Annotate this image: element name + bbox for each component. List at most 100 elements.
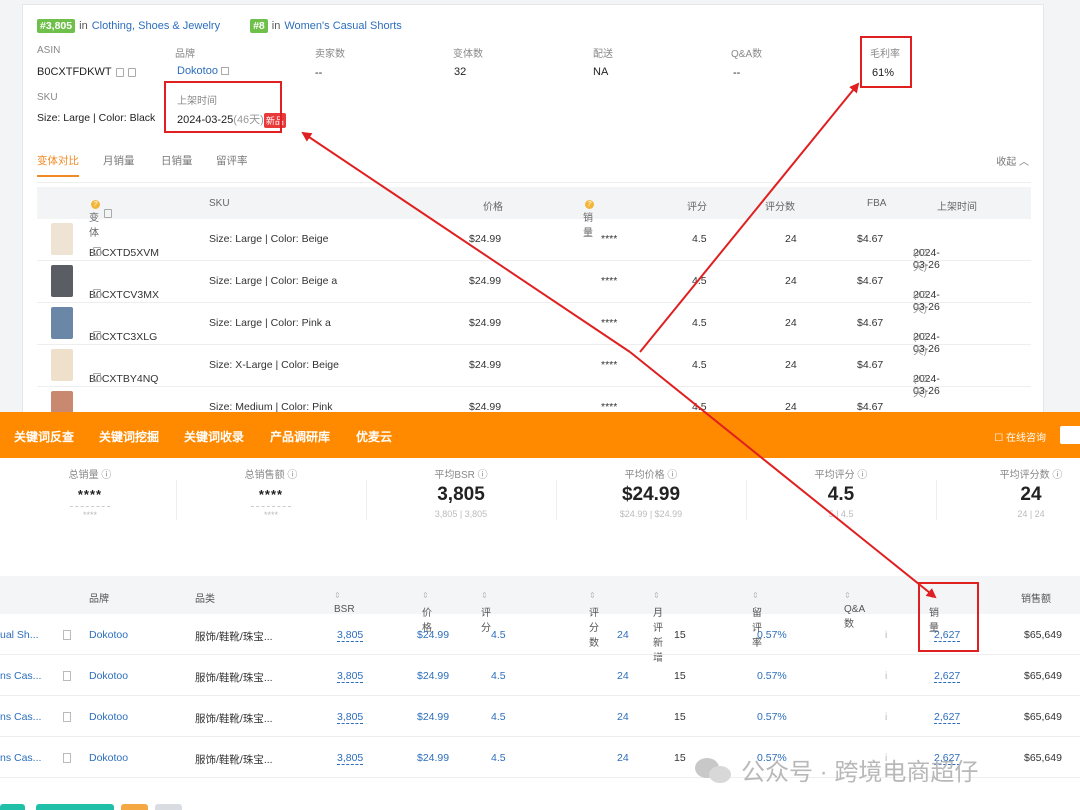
product-title[interactable]: ns Cas... — [0, 670, 41, 682]
variant-table: 变体? SKU 价格 销量? 评分 评分数 FBA 上架时间 B0CXTD5XV… — [37, 187, 1031, 441]
brand-link[interactable]: Dokotoo — [177, 65, 218, 77]
tab-variant-compare[interactable]: 变体对比 — [37, 153, 79, 177]
product-thumbnail[interactable] — [51, 307, 73, 339]
copy-icon[interactable] — [115, 67, 124, 77]
product-bsr[interactable]: 3,805 — [337, 752, 364, 765]
product-title[interactable]: ns Cas... — [0, 752, 41, 764]
product-bsr[interactable]: 3,805 — [337, 711, 364, 724]
sort-icon: ⇕ — [422, 591, 429, 600]
collapse-button[interactable]: 收起 ︿ — [996, 153, 1029, 168]
nav-keyword-mining[interactable]: 关键词挖掘 — [99, 428, 159, 445]
variant-sku: Size: Large | Color: Beige — [209, 233, 329, 245]
col-rating[interactable]: 评分 ⇕ — [481, 590, 491, 634]
nav-youmaiyun[interactable]: 优麦云 — [356, 428, 392, 445]
col-sales[interactable]: 销量 ⇕ — [929, 590, 939, 634]
product-title[interactable]: ual Sh... — [0, 629, 39, 641]
online-consult-button[interactable]: ☐ 在线咨询 — [994, 429, 1046, 444]
rank-in-text: in — [79, 20, 88, 32]
variant-rating: 4.5 — [692, 233, 707, 245]
sellers-label: 卖家数 — [315, 49, 345, 60]
stat-range: 5 | 4.5 — [828, 509, 854, 519]
document-icon[interactable] — [63, 712, 71, 722]
variant-row[interactable]: B0CXTCV3MX Size: Large | Color: Beige a $2… — [37, 261, 1031, 315]
document-icon[interactable] — [63, 671, 71, 681]
col-qa[interactable]: Q&A数 ⇕ — [844, 590, 865, 630]
variant-price: $24.99 — [469, 275, 502, 287]
help-circle-icon: ⓘ — [101, 470, 112, 481]
product-thumbnail[interactable] — [51, 265, 73, 297]
product-brand[interactable]: Dokotoo — [89, 711, 128, 723]
chat-icon: ☐ — [994, 433, 1004, 444]
sort-icon: ⇕ — [334, 591, 341, 600]
sku-label: SKU — [37, 92, 58, 103]
product-sales[interactable]: 2,627 — [934, 670, 961, 683]
product-category: 服饰/鞋靴/珠宝... — [195, 672, 273, 684]
delivery-value: NA — [593, 66, 609, 78]
sort-icon: ⇕ — [844, 591, 851, 600]
col-bsr[interactable]: BSR ⇕ — [334, 590, 355, 615]
document-icon[interactable] — [63, 630, 71, 640]
variant-row[interactable]: B0CXTD5XVM Size: Large | Color: Beige $24.… — [37, 219, 1031, 273]
tab-daily-sales[interactable]: 日销量 — [161, 153, 193, 175]
product-title[interactable]: ns Cas... — [0, 711, 41, 723]
product-detail-panel: #3,805 in Clothing, Shoes & Jewelry #8 i… — [0, 0, 1080, 441]
product-thumbnail[interactable] — [51, 223, 73, 255]
bottom-button-1[interactable] — [0, 804, 25, 810]
copy-icon — [93, 331, 101, 340]
stat-value: 24 — [1020, 484, 1042, 505]
product-review-rate: 0.57% — [757, 711, 787, 723]
nav-product-research[interactable]: 产品调研库 — [270, 428, 330, 445]
primary-category-link[interactable]: Clothing, Shoes & Jewelry — [92, 20, 220, 32]
external-link-icon[interactable] — [220, 67, 229, 76]
wechat-watermark: 公众号 · 跨境电商超仔 — [695, 752, 978, 787]
product-bsr[interactable]: 3,805 — [337, 670, 364, 683]
help-circle-icon: ⓘ — [287, 470, 298, 481]
tab-monthly-sales[interactable]: 月销量 — [103, 153, 135, 175]
listed-time-label: 上架时间 — [177, 96, 217, 107]
product-row[interactable]: ual Sh... Dokotoo 服饰/鞋靴/珠宝... 3,805 $24.99 4.… — [0, 614, 1080, 655]
delivery-label: 配送 — [593, 49, 613, 60]
product-row[interactable]: ns Cas... Dokotoo 服饰/鞋靴/珠宝... 3,805 $24.99 4.… — [0, 655, 1080, 696]
sort-icon: ⇕ — [929, 591, 936, 600]
product-revenue: $65,649 — [1024, 711, 1062, 723]
sku-value: Size: Large | Color: Black — [37, 112, 156, 124]
product-rating: 4.5 — [491, 711, 506, 723]
product-row[interactable]: ns Cas... Dokotoo 服饰/鞋靴/珠宝... 3,805 $24.99 4.… — [0, 696, 1080, 737]
bottom-button-2[interactable] — [36, 804, 114, 810]
variants-label: 变体数 — [453, 49, 483, 60]
copy-icon — [93, 289, 101, 298]
stat-range: **** — [263, 510, 278, 520]
col-monthly-new[interactable]: 月评新增 ⇕ — [653, 590, 663, 664]
nav-keyword-reverse[interactable]: 关键词反查 — [14, 428, 74, 445]
tab-review-rate[interactable]: 留评率 — [216, 153, 248, 175]
brand-value[interactable]: Dokotoo — [177, 65, 229, 77]
product-brand[interactable]: Dokotoo — [89, 670, 128, 682]
col-review-rate[interactable]: 留评率 ⇕ — [752, 590, 762, 649]
secondary-category-link[interactable]: Women's Casual Shorts — [284, 20, 401, 32]
product-brand[interactable]: Dokotoo — [89, 629, 128, 641]
col-reviews[interactable]: 评分数 ⇕ — [589, 590, 599, 649]
product-thumbnail[interactable] — [51, 349, 73, 381]
document-icon[interactable] — [63, 753, 71, 763]
bottom-button-4[interactable] — [155, 804, 182, 810]
product-rating: 4.5 — [491, 752, 506, 764]
listed-time-value: 2024-03-25(46天) 新品 — [177, 111, 286, 128]
product-qa: i — [885, 670, 888, 682]
product-sales[interactable]: 2,627 — [934, 711, 961, 724]
annotation-box-margin — [860, 36, 912, 88]
product-sales[interactable]: 2,627 — [934, 629, 961, 642]
product-price: $24.99 — [417, 752, 450, 764]
variant-reviews: 24 — [785, 317, 797, 329]
us-flag-icon[interactable] — [1060, 426, 1080, 444]
product-bsr[interactable]: 3,805 — [337, 629, 364, 642]
product-reviews: 24 — [617, 711, 629, 723]
product-table: 品牌 品类 BSR ⇕ 价格 ⇕ 评分 ⇕ 评分数 ⇕ 月评新增 ⇕ 留评率 ⇕ Q&A数 ⇕… — [0, 576, 1080, 778]
variant-row[interactable]: B0CXTBY4NQ Size: X-Large | Color: Beige $2… — [37, 345, 1031, 399]
product-review-rate: 0.57% — [757, 629, 787, 641]
product-brand[interactable]: Dokotoo — [89, 752, 128, 764]
variant-row[interactable]: B0CXTC3XLG Size: Large | Color: Pink a $24… — [37, 303, 1031, 357]
bottom-button-3[interactable] — [121, 804, 148, 810]
nav-keyword-index[interactable]: 关键词收录 — [184, 428, 244, 445]
col-price[interactable]: 价格 ⇕ — [422, 590, 432, 634]
copy-icon-2[interactable] — [127, 67, 136, 77]
